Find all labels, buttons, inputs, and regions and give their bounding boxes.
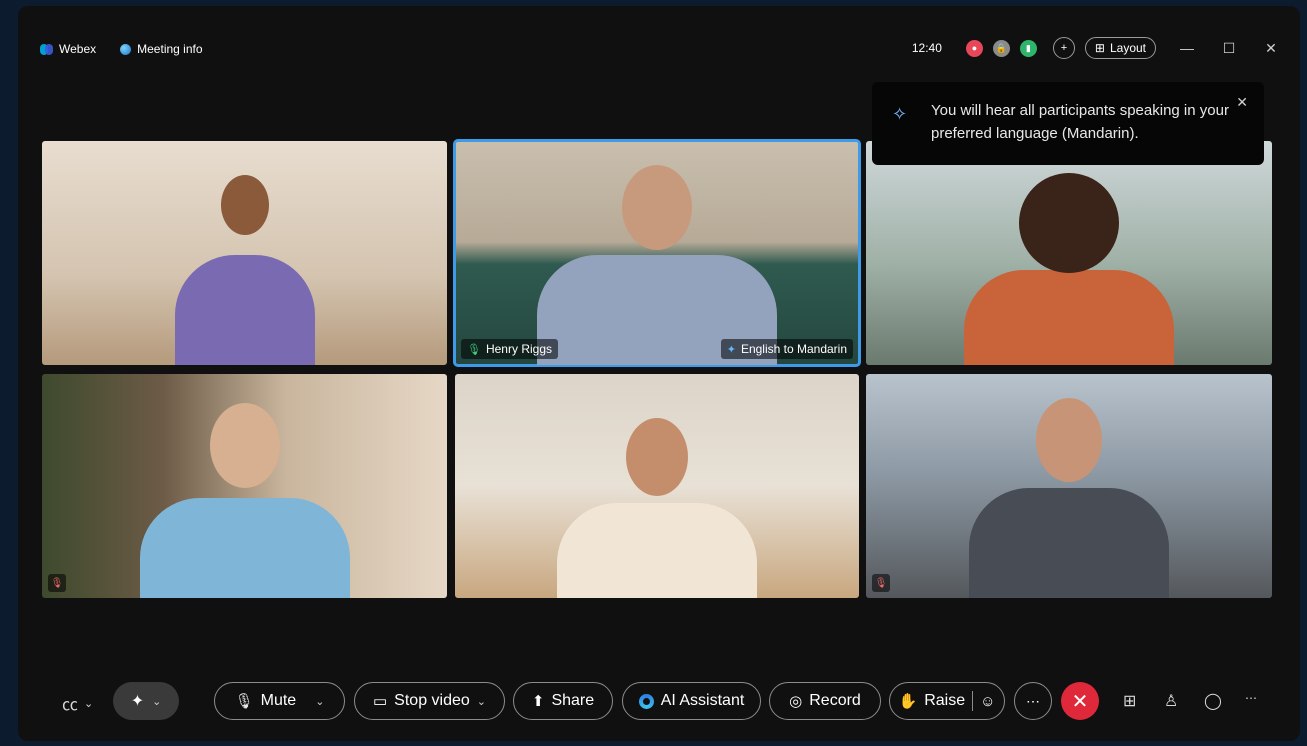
closed-captions-icon: ㏄ — [62, 697, 79, 714]
close-window-icon[interactable]: ✕ — [1260, 40, 1282, 57]
layout-grid-icon: ⊞ — [1094, 41, 1105, 55]
participant-video — [547, 398, 767, 598]
meeting-info-label: Meeting info — [137, 42, 203, 56]
more-icon: ⋯ — [1026, 692, 1040, 709]
meeting-time: 12:40 — [911, 41, 942, 55]
maximize-icon[interactable]: ☐ — [1218, 40, 1240, 57]
participant-head — [1036, 398, 1102, 482]
participant-body — [964, 270, 1174, 365]
emoji-icon[interactable]: ☺ — [980, 693, 995, 710]
participant-name: Henry Riggs — [485, 342, 552, 356]
participant-head — [220, 175, 269, 235]
captions-button[interactable]: ㏄ ⌄ — [62, 691, 93, 715]
participant-name-label: 🎙 Henry Riggs — [461, 339, 558, 359]
title-bar-left: Webex Meeting info — [40, 42, 203, 56]
participant-body — [969, 488, 1169, 598]
ai-features-button[interactable]: ✦ ⌄ — [113, 682, 179, 720]
video-tile-3[interactable] — [866, 141, 1272, 365]
chat-icon: ◯ — [1204, 693, 1222, 710]
stop-video-label: Stop video — [394, 692, 470, 709]
mute-button[interactable]: 🎙 Mute ⌄ — [214, 682, 345, 720]
raise-hand-button[interactable]: ✋ Raise ☺ — [889, 682, 1005, 720]
grid-view-button[interactable]: ⊞ — [1123, 691, 1136, 711]
title-bar-right: 12:40 ● 🔒 ▮ + ⊞ Layout — ☐ ✕ — [912, 37, 1282, 59]
chat-button[interactable]: ◯ — [1204, 691, 1222, 711]
participants-icon: ♙ — [1164, 693, 1179, 710]
translation-toast: ✧ You will hear all participants speakin… — [872, 82, 1264, 165]
record-icon: ◎ — [789, 693, 803, 710]
recording-status-icon[interactable]: ● — [965, 39, 983, 57]
video-tile-1[interactable] — [42, 141, 447, 365]
sparkle-icon: ✦ — [130, 693, 145, 710]
participant-video — [165, 155, 325, 365]
chevron-down-icon: ⌄ — [152, 695, 162, 708]
app-name: Webex — [59, 42, 97, 56]
camera-icon: ▭ — [372, 693, 388, 710]
globe-icon — [120, 43, 132, 55]
meeting-window: Webex Meeting info 12:40 ● 🔒 ▮ + ⊞ Layou… — [18, 6, 1300, 741]
chevron-down-icon[interactable]: ⌄ — [315, 695, 324, 708]
ai-assistant-button[interactable]: AI Assistant — [622, 682, 761, 720]
meeting-info-button[interactable]: Meeting info — [120, 42, 203, 56]
ai-assistant-label: AI Assistant — [660, 692, 745, 709]
microphone-active-icon: 🎙 — [467, 343, 481, 356]
muted-microphone-icon: 🎙 — [48, 574, 66, 592]
share-button[interactable]: ⬆ Share — [513, 682, 613, 720]
layout-label: Layout — [1109, 41, 1146, 55]
translation-label: English to Mandarin — [740, 342, 847, 356]
video-tile-4[interactable]: 🎙 — [42, 374, 447, 598]
end-call-icon: ✕ — [1071, 690, 1089, 713]
ai-assistant-icon — [638, 693, 654, 709]
more-panels-button[interactable]: ⋯ — [1245, 691, 1257, 705]
chevron-down-icon: ⌄ — [84, 697, 94, 710]
title-bar: Webex Meeting info 12:40 ● 🔒 ▮ + ⊞ Layou… — [18, 6, 1300, 59]
participant-head — [1019, 173, 1119, 273]
participant-head — [626, 418, 688, 496]
more-options-button[interactable]: ⋯ — [1014, 682, 1052, 720]
participant-video — [959, 155, 1179, 365]
hand-icon: ✋ — [898, 693, 918, 710]
share-label: Share — [551, 692, 595, 709]
end-call-button[interactable]: ✕ — [1061, 682, 1099, 720]
sparkle-icon: ✦ — [726, 343, 736, 356]
network-status-icon[interactable]: ▮ — [1019, 39, 1037, 57]
video-tile-6[interactable]: 🎙 — [866, 374, 1272, 598]
participant-video — [959, 383, 1179, 598]
close-toast-icon[interactable]: ✕ — [1236, 94, 1248, 111]
minimize-icon[interactable]: — — [1176, 40, 1198, 56]
muted-microphone-icon: 🎙 — [872, 574, 890, 592]
lock-status-icon[interactable]: 🔒 — [992, 39, 1010, 57]
participant-body — [139, 498, 350, 598]
participant-video — [537, 150, 777, 365]
video-tile-5[interactable] — [455, 374, 859, 598]
webex-logo-icon — [40, 43, 53, 55]
stop-video-button[interactable]: ▭ Stop video ⌄ — [354, 682, 505, 720]
participant-video — [135, 388, 355, 598]
layout-button[interactable]: ⊞ Layout — [1084, 37, 1156, 59]
record-button[interactable]: ◎ Record — [769, 682, 881, 720]
share-icon: ⬆ — [531, 693, 545, 710]
video-tile-2-active[interactable]: 🎙 Henry Riggs ✦ English to Mandarin — [453, 139, 861, 367]
participant-head — [209, 403, 280, 488]
meeting-controls-bar: ㏄ ⌄ ✦ ⌄ 🎙 Mute ⌄ ▭ Stop video ⌄ ⬆ Share … — [18, 682, 1300, 722]
translation-badge: ✦ English to Mandarin — [720, 339, 853, 359]
zoom-icon[interactable]: + — [1052, 37, 1075, 59]
participant-body — [174, 255, 315, 365]
mute-label: Mute — [260, 692, 297, 709]
microphone-icon: 🎙 — [234, 693, 254, 710]
toast-message: You will hear all participants speaking … — [931, 102, 1229, 142]
webex-app-button[interactable]: Webex — [40, 42, 96, 56]
sparkle-icon: ✧ — [892, 104, 908, 124]
raise-label: Raise — [924, 692, 966, 709]
record-label: Record — [809, 692, 861, 709]
participant-body — [557, 503, 757, 598]
more-icon: ⋯ — [1245, 691, 1257, 705]
chevron-down-icon[interactable]: ⌄ — [477, 695, 486, 708]
grid-icon: ⊞ — [1123, 693, 1137, 710]
participant-head — [622, 165, 692, 250]
participants-button[interactable]: ♙ — [1164, 691, 1178, 711]
divider — [972, 691, 974, 711]
